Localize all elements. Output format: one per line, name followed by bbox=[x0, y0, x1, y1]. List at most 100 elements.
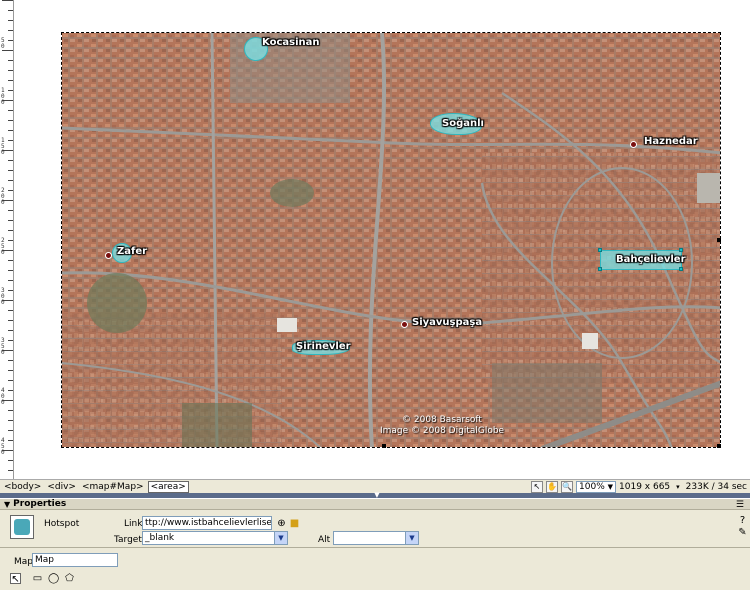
place-label-haznedar: Haznedar bbox=[644, 136, 698, 147]
ruler-label: 450 bbox=[1, 437, 5, 456]
vertical-ruler: 50 100 150 200 250 300 350 400 450 bbox=[0, 0, 14, 480]
ruler-tick bbox=[8, 70, 13, 71]
ruler-tick bbox=[8, 160, 13, 161]
chevron-down-icon: ▼ bbox=[607, 483, 614, 491]
image-resize-handle[interactable] bbox=[717, 238, 721, 242]
properties-panel: ▼ Properties ☰ Hotspot Link ttp://www.is… bbox=[0, 498, 750, 590]
properties-title: Properties bbox=[13, 499, 67, 509]
element-type-label: Hotspot bbox=[44, 519, 80, 529]
ruler-tick bbox=[8, 470, 13, 471]
zoom-value: 100% bbox=[579, 482, 605, 492]
map-image[interactable]: Kocasinan Soğanlı Haznedar Zafer Bahçeli… bbox=[61, 32, 721, 448]
folder-icon[interactable]: ■ bbox=[289, 518, 300, 529]
tag-body[interactable]: <body> bbox=[2, 482, 43, 492]
aerial-photo bbox=[62, 33, 720, 447]
ruler-tick bbox=[8, 430, 13, 431]
ruler-tick bbox=[8, 190, 13, 191]
design-view[interactable]: Kocasinan Soğanlı Haznedar Zafer Bahçeli… bbox=[15, 0, 750, 479]
ruler-tick bbox=[8, 120, 13, 121]
target-value: _blank bbox=[145, 533, 175, 543]
target-label: Target bbox=[114, 535, 142, 545]
ruler-label: 50 bbox=[1, 37, 5, 50]
hotspot-handle[interactable] bbox=[598, 248, 602, 252]
ruler-tick bbox=[8, 260, 13, 261]
place-label-sirinevler: Şirinevler bbox=[296, 341, 351, 352]
panel-options-icon[interactable]: ☰ bbox=[736, 500, 744, 510]
divider bbox=[0, 547, 750, 548]
place-label-siyavuspasa: Siyavuşpaşa bbox=[412, 317, 483, 328]
hotspot-handle[interactable] bbox=[598, 267, 602, 271]
tag-map[interactable]: <map#Map> bbox=[80, 482, 146, 492]
alt-select[interactable]: ▼ bbox=[333, 531, 419, 545]
ruler-tick bbox=[8, 240, 13, 241]
ruler-tick bbox=[8, 220, 13, 221]
zoom-tool-icon[interactable]: 🔍 bbox=[561, 481, 574, 493]
ruler-tick bbox=[8, 290, 13, 291]
chevron-down-icon[interactable]: ▼ bbox=[405, 532, 418, 544]
hotspot-handle[interactable] bbox=[679, 267, 683, 271]
map-copyright-digitalglobe: Image © 2008 DigitalGlobe bbox=[380, 426, 505, 436]
ruler-tick bbox=[8, 60, 13, 61]
ruler-tick bbox=[8, 10, 13, 11]
chevron-down-icon[interactable]: ▼ bbox=[274, 532, 287, 544]
help-icon[interactable]: ? bbox=[737, 515, 748, 526]
ruler-tick bbox=[2, 0, 13, 1]
ruler-tick bbox=[8, 230, 13, 231]
download-size: 233K / 34 sec bbox=[685, 482, 747, 492]
link-input[interactable]: ttp://www.istbahcelievlerlisesi.com/ bbox=[142, 516, 272, 530]
image-resize-handle[interactable] bbox=[717, 444, 721, 448]
properties-header[interactable]: ▼ Properties bbox=[0, 499, 750, 510]
place-label-soganli: Soğanlı bbox=[442, 118, 484, 129]
expand-arrow-icon[interactable]: ▼ bbox=[4, 500, 10, 509]
link-label: Link bbox=[124, 519, 143, 529]
ruler-tick bbox=[8, 410, 13, 411]
point-to-file-icon[interactable]: ⊕ bbox=[276, 518, 287, 529]
ruler-tick bbox=[8, 360, 13, 361]
rectangle-hotspot-tool-icon[interactable]: ▭ bbox=[32, 573, 43, 584]
ruler-tick bbox=[8, 180, 13, 181]
ruler-tick bbox=[8, 460, 13, 461]
pointer-hotspot-tool-icon[interactable]: ↖ bbox=[10, 573, 21, 585]
pin-siyavuspasa bbox=[401, 321, 408, 328]
ruler-label: 400 bbox=[1, 387, 5, 406]
tag-div[interactable]: <div> bbox=[45, 482, 78, 492]
target-select[interactable]: _blank ▼ bbox=[142, 531, 288, 545]
ruler-tick bbox=[8, 310, 13, 311]
ruler-tick bbox=[8, 140, 13, 141]
select-tool-icon[interactable]: ↖ bbox=[531, 481, 544, 493]
hand-tool-icon[interactable]: ✋ bbox=[546, 481, 559, 493]
pin-haznedar bbox=[630, 141, 637, 148]
map-name-value: Map bbox=[35, 555, 54, 565]
ruler-tick bbox=[8, 80, 13, 81]
tag-area[interactable]: <area> bbox=[147, 480, 189, 493]
circle-hotspot-tool-icon[interactable]: ◯ bbox=[48, 573, 59, 584]
place-label-zafer: Zafer bbox=[117, 246, 148, 257]
hotspot-handle[interactable] bbox=[679, 248, 683, 252]
ruler-tick bbox=[8, 280, 13, 281]
ruler-tick bbox=[8, 170, 13, 171]
ruler-tick bbox=[8, 130, 13, 131]
polygon-hotspot-tool-icon[interactable]: ⬠ bbox=[64, 573, 75, 584]
ruler-tick bbox=[8, 210, 13, 211]
ruler-tick bbox=[2, 50, 13, 51]
ruler-tick bbox=[8, 20, 13, 21]
zoom-select[interactable]: 100% ▼ bbox=[576, 481, 617, 493]
chevron-down-icon[interactable]: ▾ bbox=[676, 483, 683, 491]
ruler-label: 100 bbox=[1, 87, 5, 106]
ruler-tick bbox=[8, 420, 13, 421]
link-value: ttp://www.istbahcelievlerlisesi.com/ bbox=[145, 518, 272, 528]
edit-icon[interactable]: ✎ bbox=[737, 527, 748, 538]
hotspot-icon bbox=[10, 515, 34, 539]
ruler-label: 200 bbox=[1, 187, 5, 206]
ruler-tick bbox=[8, 110, 13, 111]
window-size[interactable]: 1019 x 665 bbox=[619, 482, 673, 492]
place-label-kocasinan: Kocasinan bbox=[262, 37, 320, 48]
ruler-tick bbox=[8, 380, 13, 381]
ruler-tick bbox=[8, 340, 13, 341]
map-copyright-basarsoft: © 2008 Basarsoft bbox=[402, 415, 482, 425]
image-resize-handle[interactable] bbox=[382, 444, 386, 448]
alt-label: Alt bbox=[318, 535, 331, 545]
ruler-tick bbox=[8, 30, 13, 31]
ruler-tick bbox=[8, 90, 13, 91]
map-name-input[interactable]: Map bbox=[32, 553, 118, 567]
